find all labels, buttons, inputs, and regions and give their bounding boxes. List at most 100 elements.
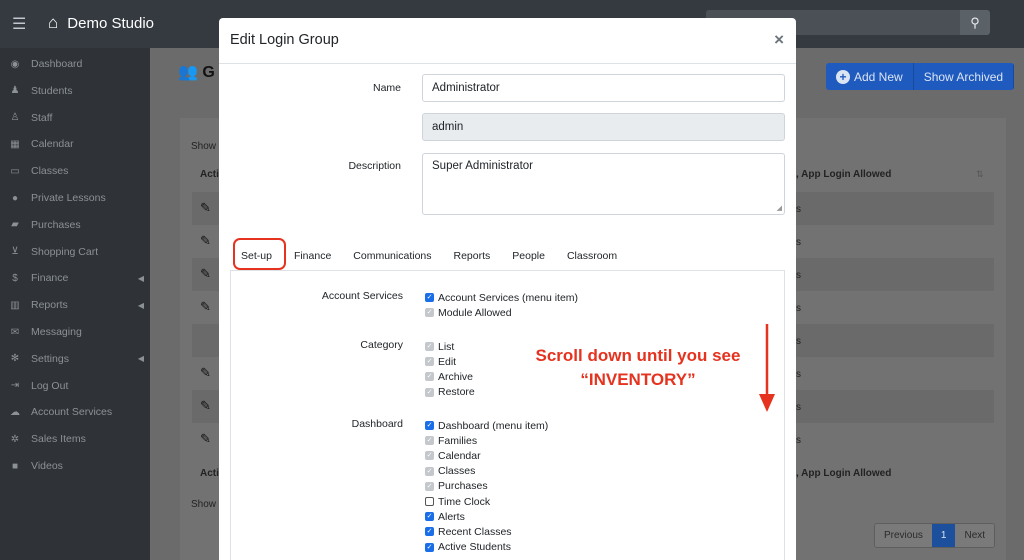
code-field[interactable] bbox=[422, 113, 785, 141]
sidebar-item-sales-items[interactable]: ✲ Sales Items bbox=[0, 426, 150, 452]
permission-item[interactable]: ✓ Active Students bbox=[425, 540, 511, 555]
pencil-icon[interactable]: ✎ bbox=[200, 365, 211, 381]
sidebar-item-messaging[interactable]: ✉ Messaging bbox=[0, 319, 150, 345]
section-label-dashboard: Dashboard bbox=[351, 418, 403, 430]
permission-item[interactable]: ✓ Alerts bbox=[425, 509, 465, 524]
permission-checkbox[interactable] bbox=[425, 497, 434, 506]
permission-label: List bbox=[438, 340, 455, 353]
tab-reports[interactable]: Reports bbox=[443, 242, 502, 269]
permission-item: ✓ Edit bbox=[425, 354, 456, 369]
pencil-icon[interactable]: ✎ bbox=[200, 398, 211, 414]
permission-item[interactable]: ✓ Account Services (menu item) bbox=[425, 290, 578, 305]
previous-page-button[interactable]: Previous bbox=[875, 524, 932, 547]
sidebar-item-label: Account Services bbox=[31, 406, 113, 419]
permission-checkbox[interactable]: ✓ bbox=[425, 512, 434, 522]
pencil-icon[interactable]: ✎ bbox=[200, 200, 211, 216]
permission-checkbox: ✓ bbox=[425, 451, 434, 461]
tab-communications[interactable]: Communications bbox=[342, 242, 442, 269]
permission-item[interactable]: Time Clock bbox=[425, 494, 490, 509]
brand-name: Demo Studio bbox=[67, 14, 154, 32]
permission-checkbox[interactable]: ✓ bbox=[425, 527, 434, 537]
add-new-button[interactable]: + Add New bbox=[826, 63, 914, 90]
sidebar-item-shopping-cart[interactable]: ⊻ Shopping Cart bbox=[0, 239, 150, 265]
tab-classroom[interactable]: Classroom bbox=[556, 242, 628, 269]
show-entries-label: Show bbox=[191, 141, 217, 152]
resize-grip-icon[interactable]: ◢ bbox=[777, 204, 782, 212]
permission-checkbox[interactable]: ✓ bbox=[425, 293, 434, 302]
pencil-icon[interactable]: ✎ bbox=[200, 299, 211, 315]
permission-item[interactable]: ✓ Recent Classes bbox=[425, 524, 512, 539]
sidebar-item-videos[interactable]: ■ Videos bbox=[0, 453, 150, 479]
sidebar-item-settings[interactable]: ✻ Settings ◀ bbox=[0, 346, 150, 372]
sidebar-item-label: Sales Items bbox=[31, 433, 86, 446]
sidebar-item-finance[interactable]: $ Finance ◀ bbox=[0, 265, 150, 291]
chart-icon: ▥ bbox=[10, 299, 20, 311]
sidebar-item-purchases[interactable]: ▰ Purchases bbox=[0, 212, 150, 238]
sidebar-item-staff[interactable]: ♙ Staff bbox=[0, 105, 150, 131]
permission-label: Restore bbox=[438, 386, 475, 399]
permission-checkbox[interactable]: ✓ bbox=[425, 542, 434, 552]
description-label: Description bbox=[348, 160, 401, 172]
column-header-login[interactable]: , App Login Allowed bbox=[796, 169, 891, 180]
tab-finance[interactable]: Finance bbox=[283, 242, 342, 269]
page-1-button[interactable]: 1 bbox=[931, 524, 956, 547]
sidebar-item-label: Students bbox=[31, 84, 73, 97]
section-label-account-services: Account Services bbox=[321, 290, 403, 302]
sidebar-item-account-services[interactable]: ☁ Account Services bbox=[0, 399, 150, 425]
pencil-icon[interactable]: ✎ bbox=[200, 431, 211, 447]
gear-icon: ✻ bbox=[10, 353, 20, 365]
permission-tabs: Set-up Finance Communications Reports People… bbox=[230, 242, 785, 269]
permission-item: ✓ Archive bbox=[425, 369, 473, 384]
dashboard-icon: ◉ bbox=[10, 58, 20, 70]
sidebar-item-label: Settings bbox=[31, 352, 69, 365]
name-field[interactable] bbox=[422, 74, 785, 102]
permission-checkbox: ✓ bbox=[425, 342, 434, 351]
sidebar-item-reports[interactable]: ▥ Reports ◀ bbox=[0, 292, 150, 318]
row-cell-fragment: s bbox=[796, 435, 801, 446]
row-cell-fragment: s bbox=[796, 369, 801, 380]
sidebar-item-label: Shopping Cart bbox=[31, 245, 99, 258]
staff-icon: ♙ bbox=[10, 112, 20, 124]
sidebar: ◉ Dashboard ♟ Students ♙ Staff ▦ Calendar ▭ Class… bbox=[0, 48, 150, 560]
close-icon[interactable]: × bbox=[774, 30, 784, 50]
sidebar-item-classes[interactable]: ▭ Classes bbox=[0, 158, 150, 184]
column-header-action: Acti bbox=[200, 169, 219, 180]
permission-checkbox[interactable]: ✓ bbox=[425, 421, 434, 430]
users-icon: 👥 bbox=[178, 64, 198, 81]
column-footer-login: , App Login Allowed bbox=[796, 468, 892, 479]
sidebar-item-label: Private Lessons bbox=[31, 192, 106, 204]
sort-icon[interactable]: ⇅ bbox=[976, 169, 984, 180]
bag-icon: ▰ bbox=[11, 219, 19, 231]
search-button[interactable]: ⚲ bbox=[960, 10, 990, 35]
tab-people[interactable]: People bbox=[501, 242, 556, 269]
logout-icon: ⇥ bbox=[10, 380, 20, 392]
pencil-icon[interactable]: ✎ bbox=[200, 266, 211, 282]
search-icon: ⚲ bbox=[970, 14, 980, 30]
permission-item[interactable]: ✓ Dashboard (menu item) bbox=[425, 418, 548, 433]
permission-label: Dashboard (menu item) bbox=[438, 419, 549, 432]
modal-title: Edit Login Group bbox=[230, 32, 339, 48]
dollar-icon: $ bbox=[12, 272, 18, 284]
brand[interactable]: ⌂ Demo Studio bbox=[48, 13, 154, 33]
permission-checkbox: ✓ bbox=[425, 372, 434, 382]
permission-checkbox: ✓ bbox=[425, 436, 434, 446]
sidebar-item-label: Calendar bbox=[31, 138, 74, 151]
permission-item: ✓ Purchases bbox=[425, 479, 488, 494]
sidebar-item-label: Videos bbox=[31, 460, 63, 472]
sidebar-item-students[interactable]: ♟ Students bbox=[0, 78, 150, 104]
sidebar-item-dashboard[interactable]: ◉ Dashboard bbox=[0, 51, 150, 77]
sidebar-item-private-lessons[interactable]: ● Private Lessons bbox=[0, 185, 150, 211]
permission-checkbox: ✓ bbox=[425, 387, 434, 397]
hamburger-icon[interactable]: ☰ bbox=[12, 14, 26, 34]
pagination: Previous 1 Next bbox=[874, 523, 996, 548]
permission-label: Recent Classes bbox=[438, 525, 512, 538]
down-arrow-icon bbox=[759, 324, 775, 412]
sidebar-item-calendar[interactable]: ▦ Calendar bbox=[0, 131, 150, 157]
pencil-icon[interactable]: ✎ bbox=[200, 233, 211, 249]
show-archived-button[interactable]: Show Archived bbox=[913, 63, 1015, 90]
sidebar-item-log-out[interactable]: ⇥ Log Out bbox=[0, 373, 150, 399]
description-field[interactable]: Super Administrator ◢ bbox=[422, 153, 785, 215]
next-page-button[interactable]: Next bbox=[955, 524, 995, 547]
page-title: 👥 G bbox=[178, 62, 215, 82]
chevron-left-icon: ◀ bbox=[137, 354, 144, 364]
